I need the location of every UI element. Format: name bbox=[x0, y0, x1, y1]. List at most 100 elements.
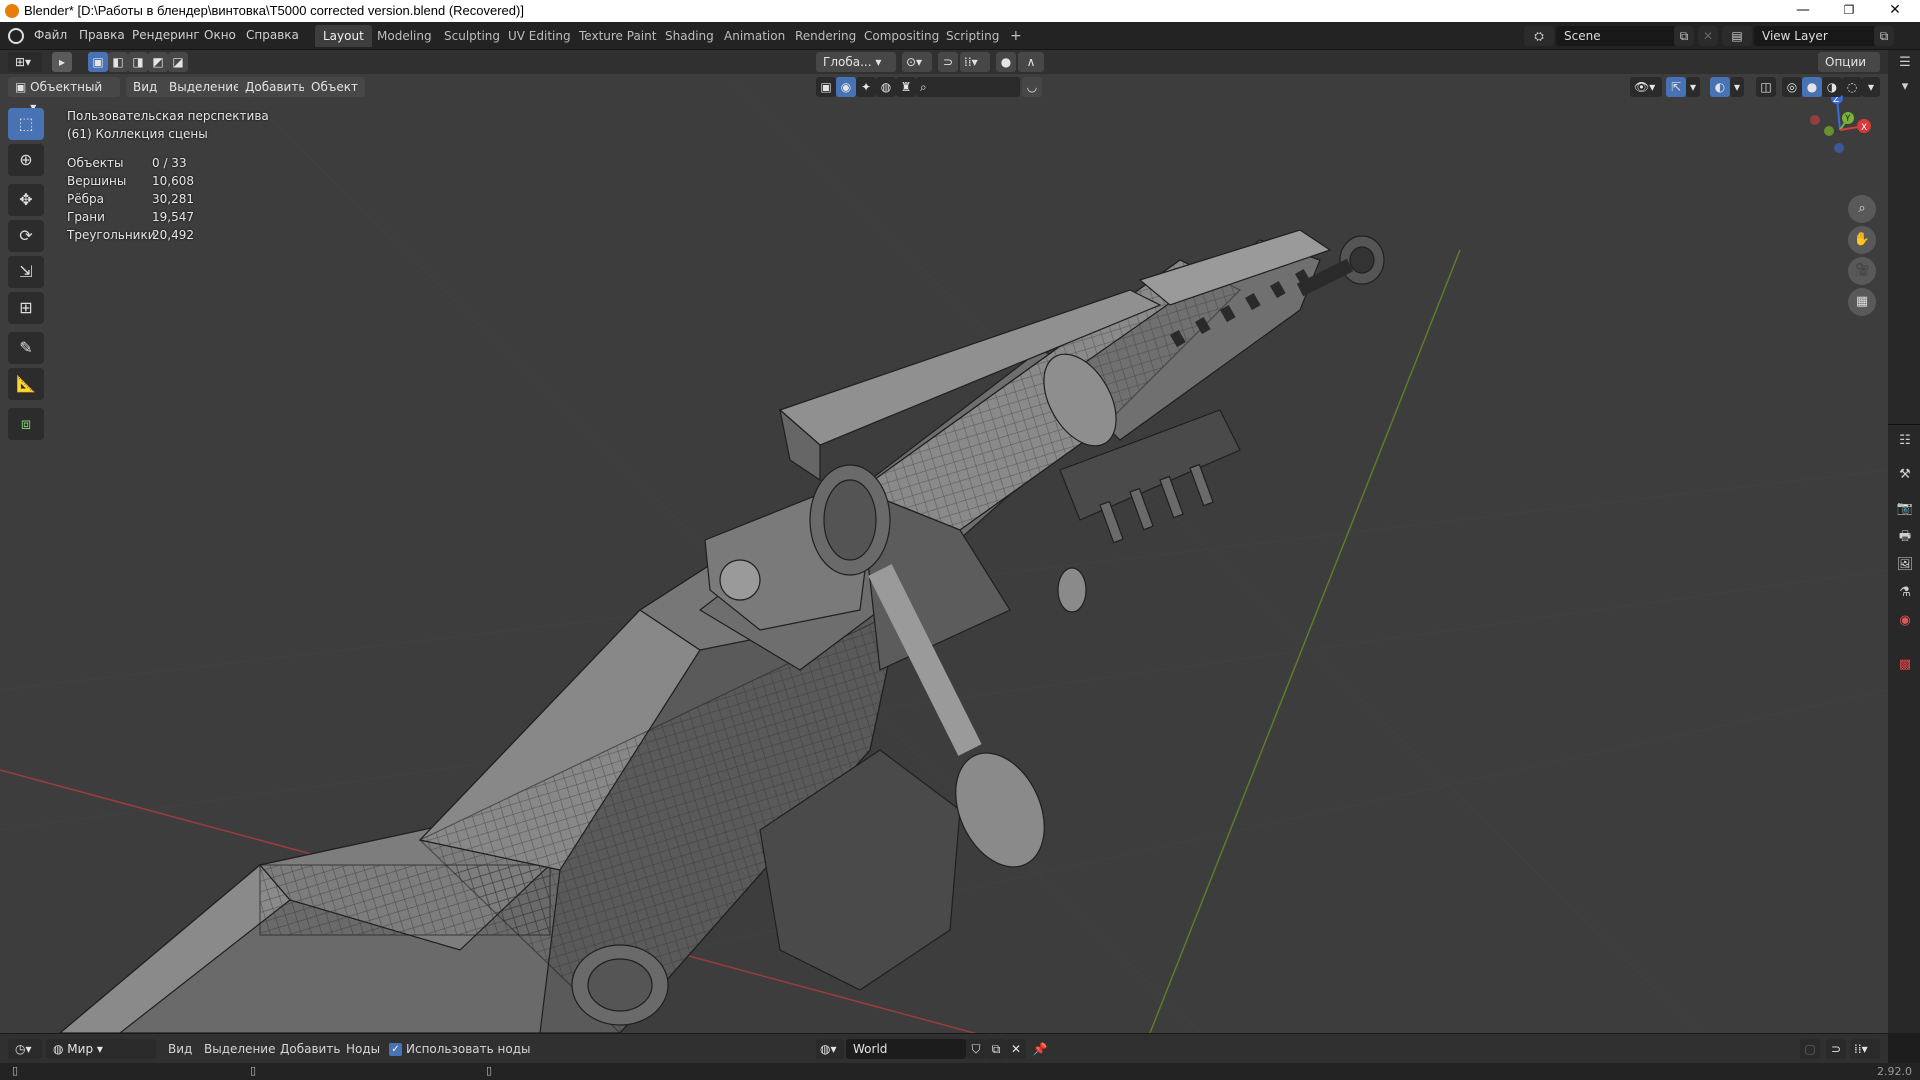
snap-icon[interactable]: ⊃ bbox=[938, 52, 958, 72]
navigation-gizmo[interactable]: Z Y X bbox=[1800, 90, 1880, 170]
mode-dropdown[interactable]: ▣ Объектный ... ▾ bbox=[8, 77, 120, 114]
menu-add[interactable]: Добавить bbox=[280, 1042, 340, 1056]
menu-select[interactable]: Выделение bbox=[162, 77, 248, 97]
perspective-grid-icon[interactable]: ▦ bbox=[1848, 288, 1876, 316]
xray-icon[interactable]: ◫ bbox=[1756, 77, 1776, 97]
filter-icon[interactable]: ▣ bbox=[816, 77, 836, 97]
select-box-new-icon[interactable]: ▣ bbox=[88, 52, 108, 72]
world-new-icon[interactable]: ⧉ bbox=[986, 1039, 1006, 1059]
options-dropdown[interactable]: Опции ▾ bbox=[1818, 52, 1880, 89]
overlays-dropdown-icon[interactable]: ▾ bbox=[1730, 77, 1744, 97]
tab-animation[interactable]: Animation bbox=[716, 25, 793, 47]
select-invert-icon[interactable]: ◩ bbox=[148, 52, 168, 72]
scene-delete-icon[interactable]: ✕ bbox=[1698, 26, 1718, 46]
scale-tool-icon[interactable]: ⇲ bbox=[8, 256, 44, 288]
tab-texture-paint[interactable]: Texture Paint bbox=[571, 25, 664, 47]
backdrop-icon[interactable]: ▢ bbox=[1800, 1039, 1820, 1059]
filter-light-icon[interactable]: ✦ bbox=[856, 77, 876, 97]
menu-window[interactable]: Окно bbox=[204, 28, 236, 42]
snap-icon[interactable]: ⊃ bbox=[1826, 1039, 1846, 1059]
gizmo-dropdown-icon[interactable]: ▾ bbox=[1686, 77, 1700, 97]
output-properties-icon[interactable]: 🖶 bbox=[1894, 526, 1916, 548]
tool-properties-icon[interactable]: ⚒ bbox=[1894, 464, 1916, 486]
editor-type-icon[interactable]: ⊞▾ bbox=[8, 52, 42, 72]
tab-modeling[interactable]: Modeling bbox=[369, 25, 440, 47]
editor-type-icon[interactable]: ◷▾ bbox=[8, 1039, 42, 1059]
pivot-point-icon[interactable]: ⊙▾ bbox=[902, 52, 932, 72]
menu-node[interactable]: Ноды bbox=[346, 1042, 380, 1056]
tab-rendering[interactable]: Rendering bbox=[787, 25, 864, 47]
menu-add[interactable]: Добавить bbox=[238, 77, 313, 97]
world-properties-icon[interactable]: ◉ bbox=[1894, 610, 1916, 632]
menu-edit[interactable]: Правка bbox=[79, 28, 125, 42]
visibility-icon[interactable]: 👁▾ bbox=[1630, 77, 1662, 97]
filter-rig-icon[interactable]: ♜ bbox=[896, 77, 916, 97]
view-layer-new-icon[interactable]: ⧉ bbox=[1874, 26, 1894, 46]
tab-scripting[interactable]: Scripting bbox=[938, 25, 1007, 47]
move-tool-icon[interactable]: ✥ bbox=[8, 184, 44, 216]
shading-rendered-icon[interactable]: ◌ bbox=[1842, 77, 1862, 97]
cursor-tool-icon[interactable]: ⊕ bbox=[8, 144, 44, 176]
shading-dropdown-icon[interactable]: ▾ bbox=[1862, 77, 1880, 97]
shading-wireframe-icon[interactable]: ◎ bbox=[1782, 77, 1802, 97]
show-overlays-icon[interactable]: ◐ bbox=[1710, 77, 1730, 97]
transform-tool-icon[interactable]: ⊞ bbox=[8, 292, 44, 324]
outliner-editor-icon[interactable]: ☰ bbox=[1894, 52, 1916, 74]
blender-menu-icon[interactable] bbox=[8, 28, 24, 44]
select-mode-icon[interactable]: ▸ bbox=[52, 52, 72, 72]
render-properties-icon[interactable]: 📷 bbox=[1894, 498, 1916, 520]
select-extend-icon[interactable]: ◧ bbox=[108, 52, 128, 72]
menu-file[interactable]: Файл bbox=[34, 28, 67, 42]
search-input[interactable]: ⌕ bbox=[916, 77, 1020, 97]
shader-type-dropdown[interactable]: ◍ Мир ▾ bbox=[46, 1039, 156, 1059]
annotate-tool-icon[interactable]: ✎ bbox=[8, 332, 44, 364]
tab-sculpting[interactable]: Sculpting bbox=[436, 25, 508, 47]
use-nodes-checkbox[interactable]: ✓ bbox=[389, 1043, 402, 1056]
zoom-icon[interactable]: ⌕ bbox=[1848, 195, 1876, 223]
close-button[interactable]: ✕ bbox=[1872, 0, 1918, 22]
camera-view-icon[interactable]: 🎥 bbox=[1848, 257, 1876, 285]
view-layer-properties-icon[interactable]: 🖼 bbox=[1894, 554, 1916, 576]
pin-icon[interactable]: 📌 bbox=[1030, 1039, 1050, 1059]
rotate-tool-icon[interactable]: ⟳ bbox=[8, 220, 44, 252]
pan-hand-icon[interactable]: ✋ bbox=[1848, 226, 1876, 254]
menu-object[interactable]: Объект bbox=[304, 77, 365, 97]
shading-material-icon[interactable]: ◑ bbox=[1822, 77, 1842, 97]
tab-layout[interactable]: Layout bbox=[315, 25, 372, 47]
menu-select[interactable]: Выделение bbox=[204, 1042, 275, 1056]
add-cube-tool-icon[interactable]: ⧈ bbox=[8, 408, 44, 440]
measure-tool-icon[interactable]: 📐 bbox=[8, 368, 44, 400]
select-subtract-icon[interactable]: ◨ bbox=[128, 52, 148, 72]
minimize-button[interactable]: — bbox=[1780, 0, 1826, 22]
add-workspace-button[interactable]: + bbox=[1002, 25, 1030, 47]
scene-field[interactable]: Scene bbox=[1556, 26, 1680, 46]
falloff-icon[interactable]: ∧ bbox=[1018, 52, 1044, 72]
filter-mesh-icon[interactable]: ◉ bbox=[836, 77, 856, 97]
scene-new-icon[interactable]: ⧉ bbox=[1674, 26, 1694, 46]
show-gizmo-icon[interactable]: ⇱ bbox=[1666, 77, 1686, 97]
tab-compositing[interactable]: Compositing bbox=[856, 25, 947, 47]
outliner-filter-icon[interactable]: ▾ bbox=[1894, 76, 1916, 98]
shading-solid-icon[interactable]: ● bbox=[1802, 77, 1822, 97]
tab-uv-editing[interactable]: UV Editing bbox=[500, 25, 579, 47]
proportional-edit-icon[interactable]: ● bbox=[996, 52, 1016, 72]
3d-viewport[interactable]: Z Y X ⌕ ✋ 🎥 ▦ bbox=[0, 50, 1888, 1033]
menu-help[interactable]: Справка bbox=[246, 28, 299, 42]
world-browse-icon[interactable]: ◍▾ bbox=[816, 1039, 844, 1059]
view-layer-field[interactable]: View Layer bbox=[1754, 26, 1880, 46]
world-name-field[interactable]: World bbox=[846, 1039, 966, 1059]
snap-target-icon[interactable]: ⁞⁞▾ bbox=[960, 52, 990, 72]
world-unlink-icon[interactable]: ✕ bbox=[1006, 1039, 1026, 1059]
menu-view[interactable]: Вид bbox=[168, 1042, 192, 1056]
menu-render[interactable]: Рендеринг bbox=[132, 28, 200, 42]
tab-shading[interactable]: Shading bbox=[657, 25, 722, 47]
scene-properties-icon[interactable]: ⚗ bbox=[1894, 582, 1916, 604]
filter-world-icon[interactable]: ◍ bbox=[876, 77, 896, 97]
transform-orientation-dropdown[interactable]: Глоба... ▾ bbox=[816, 52, 896, 72]
restore-button[interactable]: ❐ bbox=[1826, 0, 1872, 22]
snap-mode-icon[interactable]: ⁞⁞▾ bbox=[1850, 1039, 1880, 1059]
properties-editor-icon[interactable]: ☷ bbox=[1894, 430, 1916, 452]
texture-properties-icon[interactable]: ▩ bbox=[1894, 654, 1916, 676]
view-layer-browse-icon[interactable]: ▤ bbox=[1722, 26, 1752, 46]
scene-browse-icon[interactable]: ⛭ bbox=[1524, 26, 1554, 46]
